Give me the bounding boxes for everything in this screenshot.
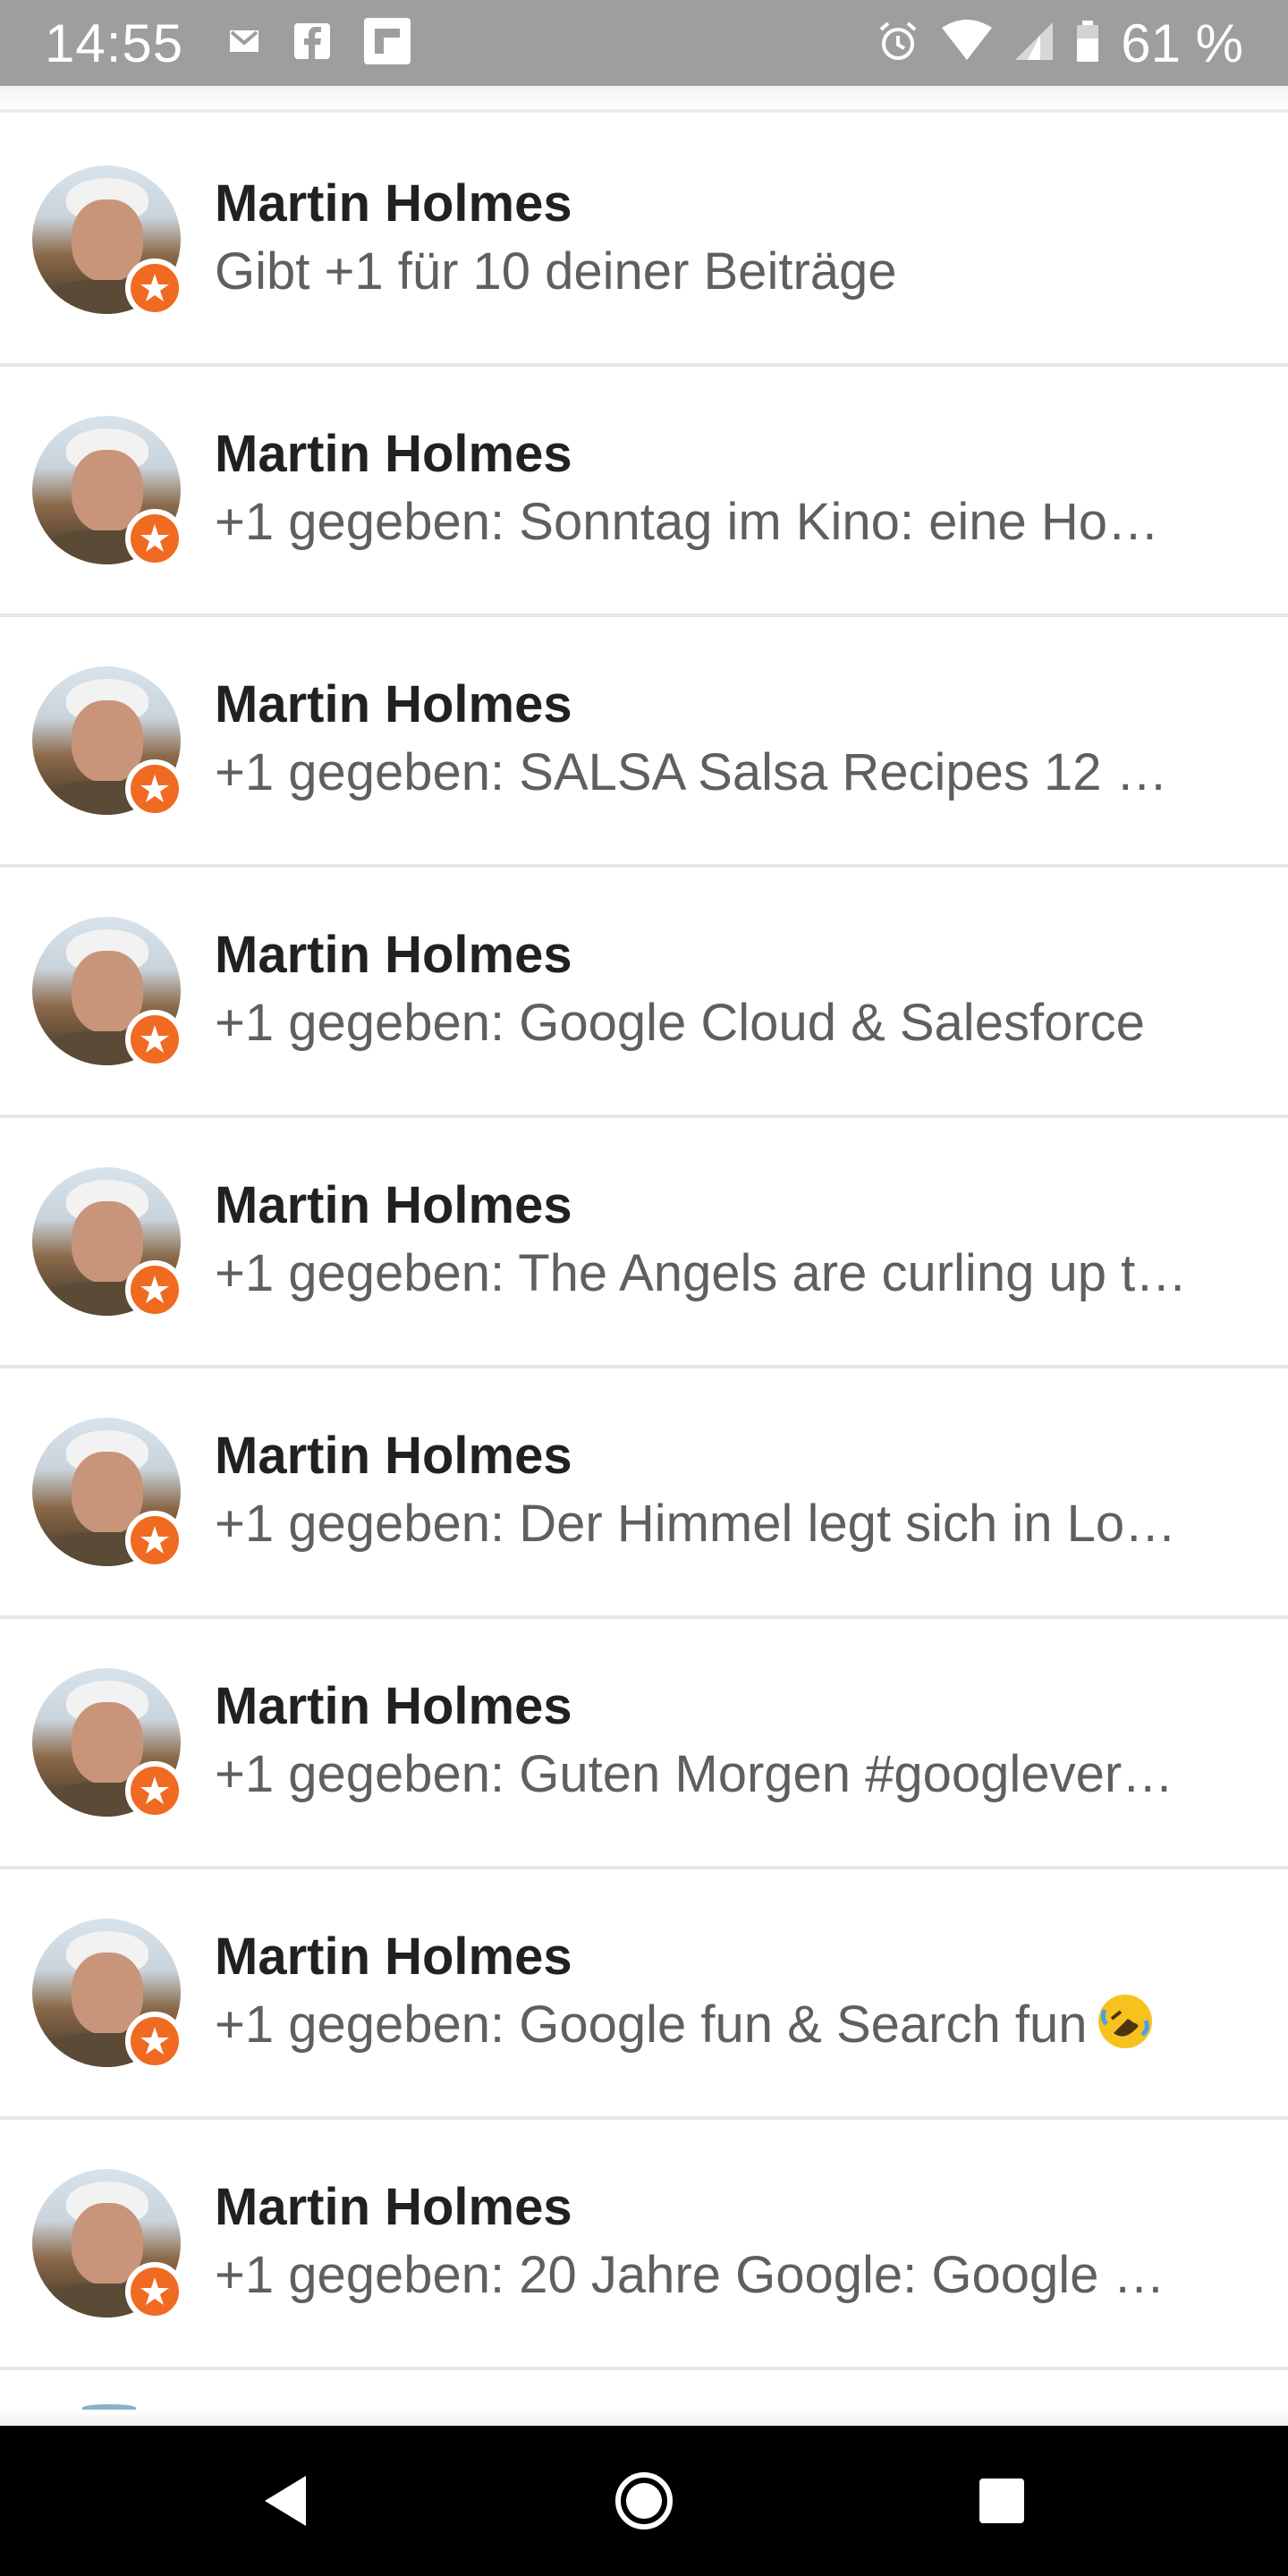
- item-text: +1 gegeben: The Angels are curling up t…: [215, 1244, 1188, 1302]
- item-text: Gibt +1 für 10 deiner Beiträge: [215, 242, 897, 301]
- avatar: [32, 917, 184, 1069]
- navigation-bar: [0, 2426, 1288, 2576]
- item-text: +1 gegeben: 20 Jahre Google: Google …: [215, 2246, 1165, 2304]
- rolling-on-floor-laughing-emoji-icon: [1096, 1992, 1155, 2051]
- plus-one-badge-icon: [125, 759, 184, 818]
- plus-one-badge-icon: [125, 1260, 184, 1319]
- item-name: Martin Holmes: [215, 1677, 572, 1735]
- item-text: +1 gegeben: Guten Morgen #googlever…: [215, 1745, 1174, 1803]
- recents-button[interactable]: [948, 2447, 1055, 2555]
- list-item[interactable]: Martin Holmes +1 gegeben: Google fun & S…: [0, 1869, 1288, 2120]
- avatar: [32, 416, 184, 568]
- status-time: 14:55: [45, 13, 184, 73]
- gmail-icon: [226, 23, 262, 64]
- list-item[interactable]: Martin Holmes +1 gegeben: SALSA Salsa Re…: [0, 617, 1288, 868]
- list-item[interactable]: Martin Holmes +1 gegeben: Google Cloud &…: [0, 868, 1288, 1118]
- back-icon: [265, 2476, 306, 2526]
- item-text: +1 gegeben: Der Himmel legt sich in Lo…: [215, 1495, 1177, 1553]
- list-item[interactable]: Martin Holmes +1 gegeben: 20 Jahre Googl…: [0, 2120, 1288, 2370]
- home-button[interactable]: [590, 2447, 698, 2555]
- wifi-icon: [940, 19, 994, 68]
- item-name: Martin Holmes: [215, 1176, 572, 1234]
- avatar: [32, 1919, 184, 2071]
- plus-one-badge-icon: [125, 1010, 184, 1069]
- facebook-icon: [292, 21, 332, 65]
- plus-one-badge-icon: [125, 1511, 184, 1570]
- plus-one-badge-icon: [125, 509, 184, 568]
- list-item[interactable]: Martin Holmes +1 gegeben: Sonntag im Kin…: [0, 367, 1288, 617]
- list-bottom-edge: [0, 2410, 1288, 2428]
- item-text: +1 gegeben: Google Cloud & Salesforce: [215, 994, 1145, 1052]
- battery-icon: [1074, 19, 1101, 68]
- alarm-icon: [876, 19, 920, 68]
- status-system-icons: 61 %: [876, 13, 1243, 74]
- item-text: +1 gegeben: Sonntag im Kino: eine Ho…: [215, 493, 1160, 551]
- list-item[interactable]: Martin Holmes +1 gegeben: Der Himmel leg…: [0, 1368, 1288, 1619]
- avatar: [32, 1167, 184, 1319]
- signal-icon: [1013, 19, 1055, 68]
- item-name: Martin Holmes: [215, 926, 572, 984]
- home-icon: [615, 2472, 673, 2529]
- flipboard-icon: [362, 16, 412, 71]
- status-bar: 14:55 61 %: [0, 0, 1288, 86]
- list-item[interactable]: Martin Holmes +1 gegeben: Guten Morgen #…: [0, 1619, 1288, 1869]
- list-top-edge: [0, 86, 1288, 113]
- battery-percent: 61 %: [1121, 13, 1243, 73]
- item-name: Martin Holmes: [215, 1427, 572, 1485]
- avatar: [32, 1418, 184, 1570]
- recents-icon: [979, 2479, 1024, 2523]
- item-name: Martin Holmes: [215, 425, 572, 483]
- item-text: +1 gegeben: SALSA Salsa Recipes 12 …: [215, 743, 1168, 801]
- back-button[interactable]: [233, 2447, 340, 2555]
- notification-list[interactable]: Martin Holmes Gibt +1 für 10 deiner Beit…: [0, 116, 1288, 2370]
- list-item[interactable]: Martin Holmes +1 gegeben: The Angels are…: [0, 1118, 1288, 1368]
- plus-one-badge-icon: [125, 2262, 184, 2321]
- item-name: Martin Holmes: [215, 174, 572, 233]
- avatar: [32, 2169, 184, 2321]
- avatar: [32, 165, 184, 318]
- item-name: Martin Holmes: [215, 2178, 572, 2236]
- item-name: Martin Holmes: [215, 1928, 572, 1986]
- plus-one-badge-icon: [125, 1761, 184, 1820]
- item-name: Martin Holmes: [215, 675, 572, 733]
- notification-icons: [226, 16, 412, 71]
- avatar: [32, 666, 184, 818]
- item-text-row: +1 gegeben: Google fun & Search fun: [215, 1989, 1261, 2061]
- item-text: +1 gegeben: Google fun & Search fun: [215, 1996, 1088, 2054]
- plus-one-badge-icon: [125, 2012, 184, 2071]
- list-item[interactable]: Martin Holmes Gibt +1 für 10 deiner Beit…: [0, 116, 1288, 367]
- plus-one-badge-icon: [125, 258, 184, 318]
- avatar: [32, 1668, 184, 1820]
